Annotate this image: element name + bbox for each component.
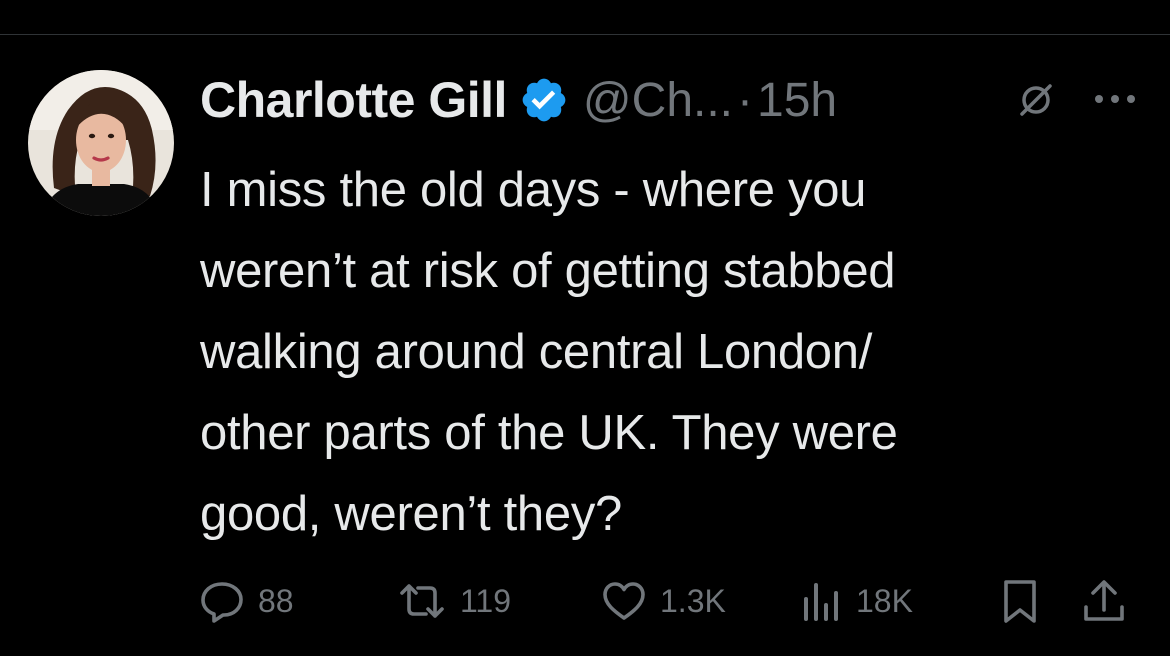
tweet-text: I miss the old days - where you weren’t … (200, 163, 898, 541)
verified-badge-icon (519, 75, 569, 125)
views-button[interactable]: 18K (800, 572, 913, 630)
heart-icon (603, 582, 645, 620)
bookmark-icon (1004, 580, 1036, 623)
tweet-header: Charlotte Gill @Ch... · 15h (200, 62, 837, 138)
like-button[interactable]: 1.3K (600, 572, 726, 630)
author-name[interactable]: Charlotte Gill (200, 71, 507, 129)
views-chart-icon (804, 583, 838, 621)
reply-icon (201, 582, 243, 623)
share-icon (1084, 580, 1124, 621)
retweet-button[interactable]: 119 (396, 572, 511, 630)
edited-icon[interactable] (1016, 80, 1056, 120)
reply-button[interactable]: 88 (198, 572, 294, 630)
like-count: 1.3K (660, 582, 726, 619)
retweet-count: 119 (460, 582, 512, 619)
top-divider (0, 34, 1170, 35)
author-handle[interactable]: @Ch... (583, 73, 733, 128)
separator-dot: · (737, 73, 753, 127)
tweet-actions: 88 119 1.3K 18K (0, 572, 1170, 630)
retweet-icon (400, 584, 444, 618)
tweet-timestamp[interactable]: 15h (757, 73, 837, 128)
avatar-photo (28, 70, 174, 216)
avatar[interactable] (28, 70, 174, 216)
more-options-icon[interactable] (1090, 88, 1140, 110)
bookmark-button[interactable] (998, 572, 1042, 630)
view-count: 18K (856, 582, 913, 619)
reply-count: 88 (258, 582, 294, 619)
share-button[interactable] (1080, 572, 1128, 630)
